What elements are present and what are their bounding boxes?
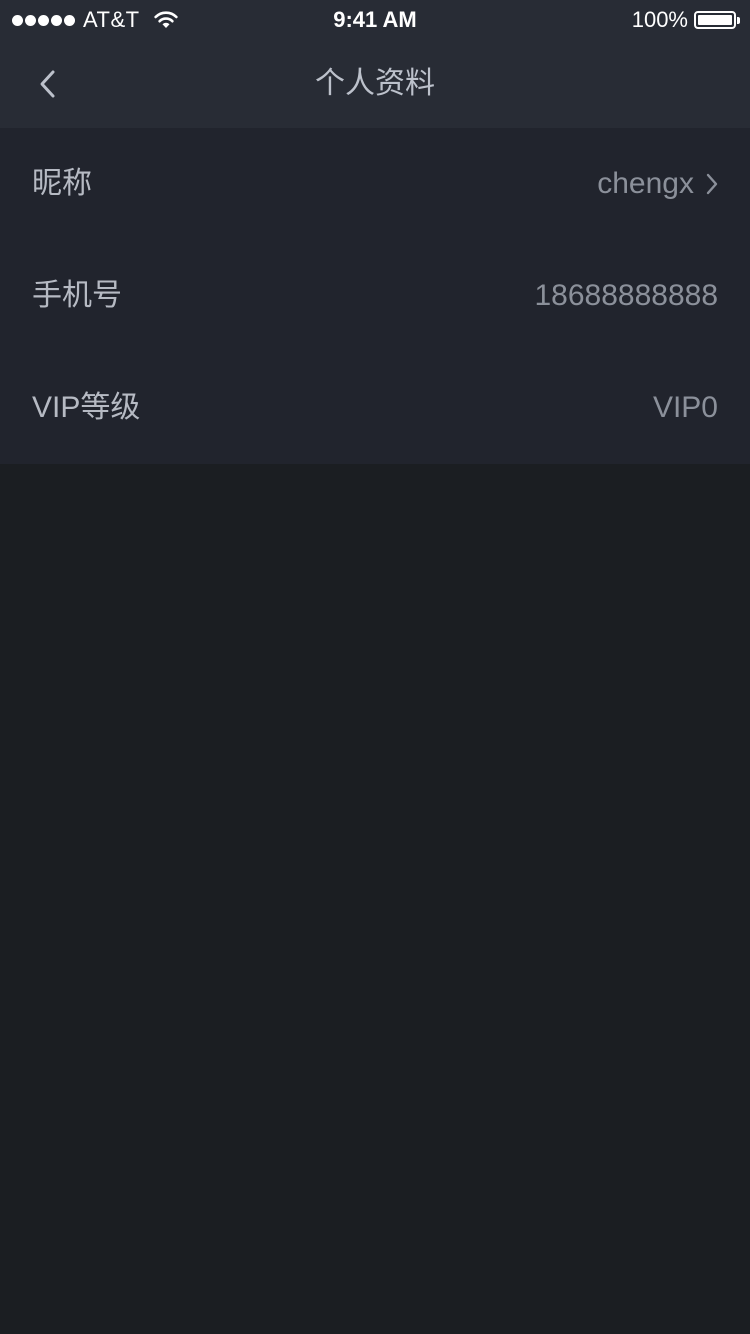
chevron-right-icon [706, 173, 718, 195]
page-title: 个人资料 [315, 67, 435, 100]
battery-cap [737, 16, 740, 24]
nickname-row[interactable]: 昵称 chengx [0, 128, 750, 240]
vip-level-value: VIP0 [652, 391, 718, 424]
battery-icon [694, 11, 736, 29]
nickname-value: chengx [597, 167, 694, 200]
phone-value: 18688888888 [534, 279, 718, 312]
nav-bar: 个人资料 [0, 40, 750, 128]
profile-list: 昵称 chengx 手机号 18688888888 VIP等级 VIP0 [0, 128, 750, 464]
phone-row: 手机号 18688888888 [0, 240, 750, 352]
status-right: 100% [632, 0, 740, 40]
battery-percent: 100% [631, 7, 688, 32]
vip-level-label: VIP等级 [32, 391, 141, 424]
vip-level-row: VIP等级 VIP0 [0, 352, 750, 464]
screen: AT&T 9:41 AM 100% 个人资料 昵称 chengx 手机号 186… [0, 0, 750, 1334]
status-bar: AT&T 9:41 AM 100% [0, 0, 750, 40]
phone-label: 手机号 [32, 279, 122, 312]
battery-level [698, 15, 732, 25]
nickname-label: 昵称 [32, 167, 92, 200]
